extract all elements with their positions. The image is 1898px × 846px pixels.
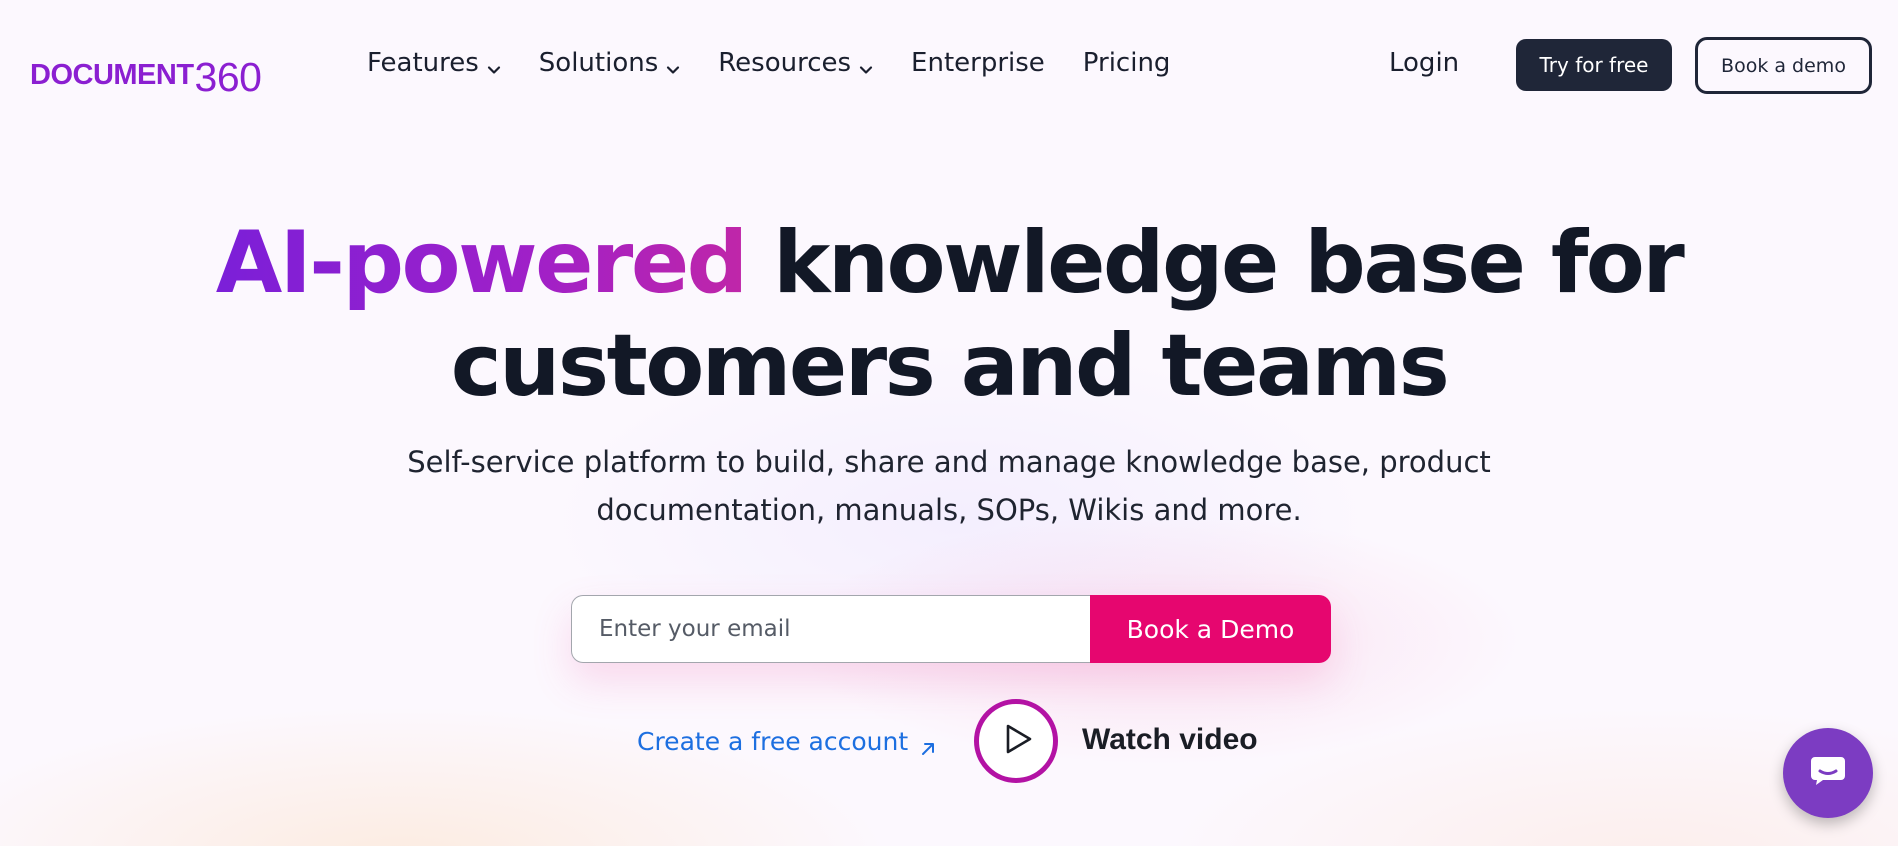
try-for-free-button[interactable]: Try for free [1516,39,1672,91]
nav-item-features[interactable]: Features [367,48,501,78]
nav-item-resources[interactable]: Resources [718,48,873,78]
headline-line2: customers and teams [450,316,1450,416]
book-demo-submit-button[interactable]: Book a Demo [1090,595,1331,663]
demo-signup-form: Book a Demo [571,595,1331,663]
create-free-account-link[interactable]: Create a free account [637,727,936,756]
chevron-down-icon [666,54,680,74]
document360-logo[interactable]: DOCUMENT 360 [30,44,262,98]
subtitle-line1: Self-service platform to build, share an… [407,445,1491,479]
login-link[interactable]: Login [1389,48,1459,78]
email-field[interactable] [571,595,1090,663]
nav-item-label: Pricing [1082,48,1171,78]
headline-line1-rest: knowledge base for [745,213,1685,313]
chevron-down-icon [859,54,873,74]
create-account-label: Create a free account [637,727,909,756]
play-video-button[interactable] [974,699,1058,783]
headline-accent: AI-powered [215,213,748,313]
hero-subtitle: Self-service platform to build, share an… [349,438,1549,534]
chat-widget-button[interactable] [1783,728,1873,818]
nav-item-solutions[interactable]: Solutions [539,48,680,78]
play-icon [999,723,1034,760]
book-a-demo-button[interactable]: Book a demo [1695,37,1872,94]
nav-item-label: Enterprise [911,48,1045,78]
main-menu: Features Solutions Resources Enterprise … [367,48,1208,78]
nav-item-label: Resources [718,48,852,78]
chat-icon [1809,754,1847,793]
logo-word: DOCUMENT [30,59,194,91]
nav-item-pricing[interactable]: Pricing [1083,48,1171,78]
arrow-up-right-icon [920,734,936,755]
top-navigation: DOCUMENT 360 Features Solutions Resource… [0,0,1898,130]
nav-item-enterprise[interactable]: Enterprise [911,48,1045,78]
nav-item-label: Features [367,48,479,78]
subtitle-line2: documentation, manuals, SOPs, Wikis and … [596,493,1302,527]
logo-number: 360 [194,54,262,100]
watch-video-link[interactable]: Watch video [1082,723,1258,757]
nav-item-label: Solutions [538,48,659,78]
hero-headline: AI-powered knowledge base for customers … [0,212,1898,418]
chevron-down-icon [487,54,501,74]
